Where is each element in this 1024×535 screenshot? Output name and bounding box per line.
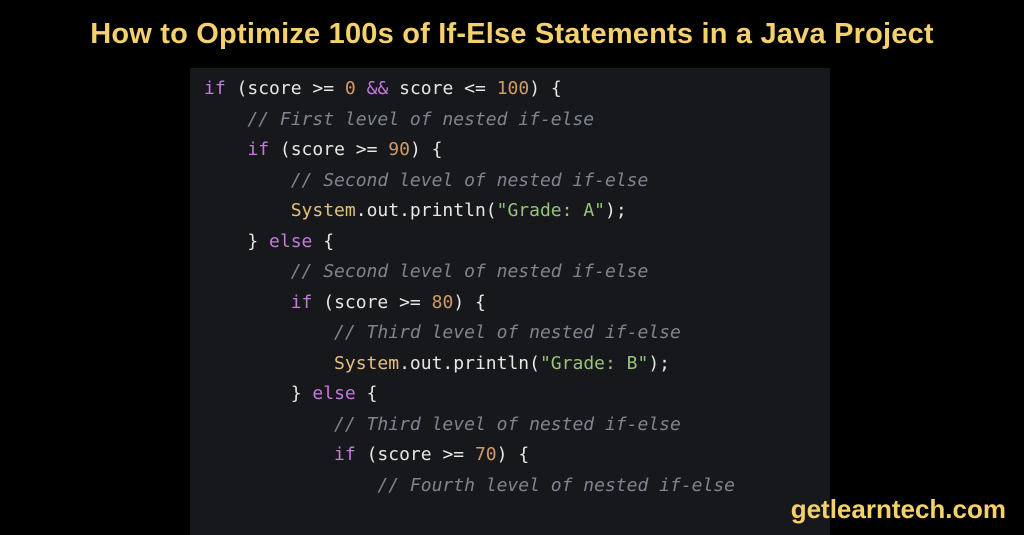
code-token: (score bbox=[312, 292, 399, 313]
code-line: // Third level of nested if-else bbox=[204, 410, 816, 441]
code-token bbox=[464, 444, 475, 465]
code-token: // First level of nested if-else bbox=[247, 109, 594, 130]
brand-watermark: getlearntech.com bbox=[791, 494, 1006, 525]
code-line: if (score >= 70) { bbox=[204, 440, 816, 471]
code-line: } else { bbox=[204, 227, 816, 258]
code-token: } bbox=[247, 231, 269, 252]
code-line: if (score >= 80) { bbox=[204, 288, 816, 319]
code-token: ) { bbox=[410, 139, 443, 160]
code-token: ); bbox=[648, 353, 670, 374]
code-token: 70 bbox=[475, 444, 497, 465]
code-token: println bbox=[410, 200, 486, 221]
code-token: ) { bbox=[453, 292, 486, 313]
code-token: // Third level of nested if-else bbox=[334, 322, 681, 343]
code-line: System.out.println("Grade: B"); bbox=[204, 349, 816, 380]
code-token: "Grade: A" bbox=[497, 200, 605, 221]
code-token: ( bbox=[486, 200, 497, 221]
code-line: } else { bbox=[204, 379, 816, 410]
code-token: >= bbox=[442, 444, 464, 465]
page-title: How to Optimize 100s of If-Else Statemen… bbox=[0, 18, 1024, 51]
code-token: { bbox=[312, 231, 334, 252]
code-token bbox=[377, 139, 388, 160]
code-token: && bbox=[367, 78, 389, 99]
code-token: ) { bbox=[497, 444, 530, 465]
code-token: 0 bbox=[345, 78, 356, 99]
code-token: println bbox=[453, 353, 529, 374]
code-token bbox=[486, 78, 497, 99]
code-token: if bbox=[247, 139, 269, 160]
code-token: .out. bbox=[356, 200, 410, 221]
code-token: (score bbox=[269, 139, 356, 160]
code-line: // Fourth level of nested if-else bbox=[204, 471, 816, 502]
code-token: // Fourth level of nested if-else bbox=[377, 475, 735, 496]
code-token: >= bbox=[312, 78, 334, 99]
code-token: // Third level of nested if-else bbox=[334, 414, 681, 435]
code-token: ) { bbox=[529, 78, 562, 99]
code-token: // Second level of nested if-else bbox=[291, 261, 649, 282]
code-token: ( bbox=[529, 353, 540, 374]
code-token bbox=[356, 78, 367, 99]
code-token: 80 bbox=[432, 292, 454, 313]
code-token: 90 bbox=[388, 139, 410, 160]
code-line: // First level of nested if-else bbox=[204, 105, 816, 136]
code-token: >= bbox=[399, 292, 421, 313]
code-token: >= bbox=[356, 139, 378, 160]
code-token: else bbox=[312, 383, 355, 404]
code-token: if bbox=[204, 78, 226, 99]
code-token: System bbox=[291, 200, 356, 221]
code-token: { bbox=[356, 383, 378, 404]
code-token: .out. bbox=[399, 353, 453, 374]
code-token: "Grade: B" bbox=[540, 353, 648, 374]
code-token bbox=[421, 292, 432, 313]
code-token: ); bbox=[605, 200, 627, 221]
code-token: (score bbox=[356, 444, 443, 465]
code-token: else bbox=[269, 231, 312, 252]
code-token: if bbox=[334, 444, 356, 465]
code-token: 100 bbox=[497, 78, 530, 99]
code-token: if bbox=[291, 292, 313, 313]
code-block: if (score >= 0 && score <= 100) { // Fir… bbox=[190, 68, 830, 535]
code-token bbox=[334, 78, 345, 99]
code-line: // Second level of nested if-else bbox=[204, 257, 816, 288]
code-line: // Third level of nested if-else bbox=[204, 318, 816, 349]
code-token: // Second level of nested if-else bbox=[291, 170, 649, 191]
code-line: if (score >= 0 && score <= 100) { bbox=[204, 74, 816, 105]
code-token: } bbox=[291, 383, 313, 404]
code-token: score bbox=[388, 78, 464, 99]
code-token: (score bbox=[226, 78, 313, 99]
code-token: System bbox=[334, 353, 399, 374]
code-line: if (score >= 90) { bbox=[204, 135, 816, 166]
code-line: // Second level of nested if-else bbox=[204, 166, 816, 197]
code-line: System.out.println("Grade: A"); bbox=[204, 196, 816, 227]
code-token: <= bbox=[464, 78, 486, 99]
